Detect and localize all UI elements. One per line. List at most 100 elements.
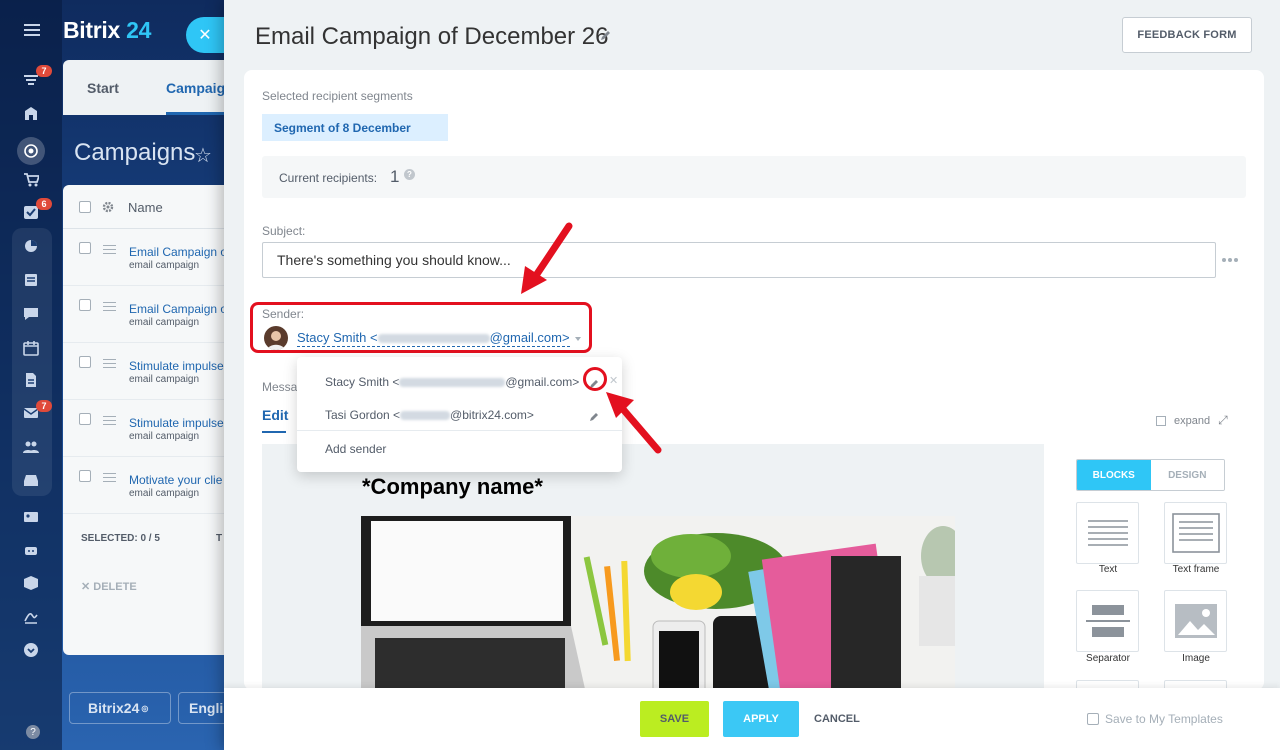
document-icon[interactable] <box>22 271 40 289</box>
edit-sender-pencil-icon[interactable] <box>589 409 599 421</box>
row-checkbox[interactable] <box>79 356 91 368</box>
action-footer: SAVE APPLY CANCEL Save to My Templates <box>224 688 1280 750</box>
file-icon[interactable] <box>22 371 40 389</box>
bitrix24-logo: Bitrix 24 <box>63 17 152 43</box>
calendar-icon[interactable] <box>22 339 40 357</box>
subject-more-icon[interactable] <box>1222 258 1238 262</box>
save-template-option[interactable]: Save to My Templates <box>1087 712 1223 726</box>
row-subtitle: email campaign <box>129 317 200 328</box>
inbox-icon[interactable] <box>22 471 40 489</box>
row-title[interactable]: Motivate your clie <box>129 473 222 487</box>
row-checkbox[interactable] <box>79 413 91 425</box>
row-title[interactable]: Email Campaign o <box>129 245 227 259</box>
recipients-box: Current recipients: 1 ? <box>262 156 1246 198</box>
row-subtitle: email campaign <box>129 374 200 385</box>
annotation-arrow-down <box>521 222 573 294</box>
box-icon[interactable] <box>22 574 40 592</box>
star-icon[interactable]: ☆ <box>194 143 212 168</box>
table-row[interactable]: Email Campaign o email campaign <box>63 286 233 343</box>
more-icon[interactable] <box>22 641 40 659</box>
home-icon[interactable] <box>22 104 40 122</box>
text-block-tile[interactable] <box>1076 502 1139 564</box>
remove-sender-icon[interactable]: ✕ <box>609 374 618 387</box>
chat-icon[interactable] <box>22 305 40 323</box>
table-row[interactable]: Email Campaign o email campaign <box>63 229 233 286</box>
hero-image[interactable] <box>361 516 955 690</box>
total-label: T <box>216 533 223 544</box>
sender-dropdown: Stacy Smith < @gmail.com> ✕ Tasi Gordon <… <box>297 357 622 472</box>
sender-option-stacy[interactable]: Stacy Smith < @gmail.com> <box>325 375 579 389</box>
row-checkbox[interactable] <box>79 242 91 254</box>
divider <box>297 430 622 431</box>
segments-label: Selected recipient segments <box>262 89 413 103</box>
drag-handle-icon[interactable] <box>103 245 116 257</box>
email-canvas[interactable]: *Company name* <box>262 444 1044 690</box>
close-icon: ✕ <box>198 27 212 44</box>
edit-title-pencil-icon[interactable] <box>600 28 612 40</box>
apply-button[interactable]: APPLY <box>723 701 799 737</box>
drag-handle-icon[interactable] <box>103 302 116 314</box>
table-row[interactable]: Motivate your clie email campaign <box>63 457 233 514</box>
bitrix24-footer-button[interactable]: Bitrix24 ◎ <box>69 692 171 724</box>
tasks-badge: 6 <box>36 198 52 210</box>
feedback-form-button[interactable]: FEEDBACK FORM <box>1122 17 1252 53</box>
help-icon[interactable]: ? <box>404 169 415 180</box>
add-sender-button[interactable]: Add sender <box>325 442 386 456</box>
segment-chip[interactable]: Segment of 8 December <box>262 114 448 141</box>
cart-icon[interactable] <box>22 171 40 189</box>
tab-campaigns[interactable]: Campaig <box>166 80 225 96</box>
pie-chart-icon[interactable] <box>22 237 40 255</box>
row-title[interactable]: Stimulate impulse <box>129 359 224 373</box>
signature-icon[interactable] <box>22 607 40 625</box>
save-button[interactable]: SAVE <box>640 701 709 737</box>
select-all-checkbox[interactable] <box>79 201 91 213</box>
left-rail: 7 6 7 ? <box>0 0 62 750</box>
campaigns-title: Campaigns <box>74 139 196 166</box>
expand-label: expand <box>1174 414 1211 427</box>
sender-option-tasi[interactable]: Tasi Gordon < @bitrix24.com> <box>325 408 534 422</box>
help-icon[interactable]: ? <box>26 725 40 739</box>
active-tab-indicator <box>166 112 233 115</box>
text-frame-block-tile[interactable] <box>1164 502 1227 564</box>
drag-handle-icon[interactable] <box>103 473 116 485</box>
robot-icon[interactable] <box>22 541 40 559</box>
tab-start[interactable]: Start <box>87 80 119 96</box>
cancel-button[interactable]: CANCEL <box>814 713 860 725</box>
separator-block-tile[interactable] <box>1076 590 1139 652</box>
image-block-label: Image <box>1182 653 1210 664</box>
menu-icon[interactable] <box>24 24 40 36</box>
separator-icon <box>1085 605 1130 637</box>
row-title[interactable]: Stimulate impulse <box>129 416 224 430</box>
target-icon[interactable] <box>17 137 45 165</box>
column-name-header: Name <box>128 200 163 215</box>
table-row[interactable]: Stimulate impulse email campaign <box>63 400 233 457</box>
row-checkbox[interactable] <box>79 299 91 311</box>
drag-handle-icon[interactable] <box>103 416 116 428</box>
drag-handle-icon[interactable] <box>103 359 116 371</box>
mail-badge: 7 <box>36 400 52 412</box>
delete-button[interactable]: ✕ DELETE <box>81 580 137 593</box>
users-icon[interactable] <box>22 438 40 456</box>
subject-input[interactable] <box>262 242 1216 278</box>
close-slider-button[interactable]: ✕ <box>186 17 224 53</box>
current-recipients-count: 1 <box>390 167 400 186</box>
table-row[interactable]: Stimulate impulse email campaign <box>63 343 233 400</box>
text-block-label: Text <box>1098 564 1118 575</box>
tab-blocks[interactable]: BLOCKS <box>1077 460 1151 490</box>
row-title[interactable]: Email Campaign o <box>129 302 227 316</box>
contact-card-icon[interactable] <box>22 508 40 526</box>
save-template-checkbox[interactable] <box>1087 713 1099 725</box>
tab-design[interactable]: DESIGN <box>1150 460 1224 490</box>
row-subtitle: email campaign <box>129 431 200 442</box>
expand-control[interactable]: expand ⤢ <box>1156 413 1228 428</box>
settings-gear-icon[interactable] <box>102 200 114 213</box>
background-tabs: Start Campaig <box>63 60 233 115</box>
row-checkbox[interactable] <box>79 470 91 482</box>
text-block-icon <box>1087 520 1128 546</box>
tab-edit[interactable]: Edit <box>262 407 288 423</box>
row-subtitle: email campaign <box>129 260 200 271</box>
row-subtitle: email campaign <box>129 488 200 499</box>
image-block-tile[interactable] <box>1164 590 1227 652</box>
selected-count: SELECTED: 0 / 5 <box>81 533 160 544</box>
company-name-heading[interactable]: *Company name* <box>362 474 543 500</box>
